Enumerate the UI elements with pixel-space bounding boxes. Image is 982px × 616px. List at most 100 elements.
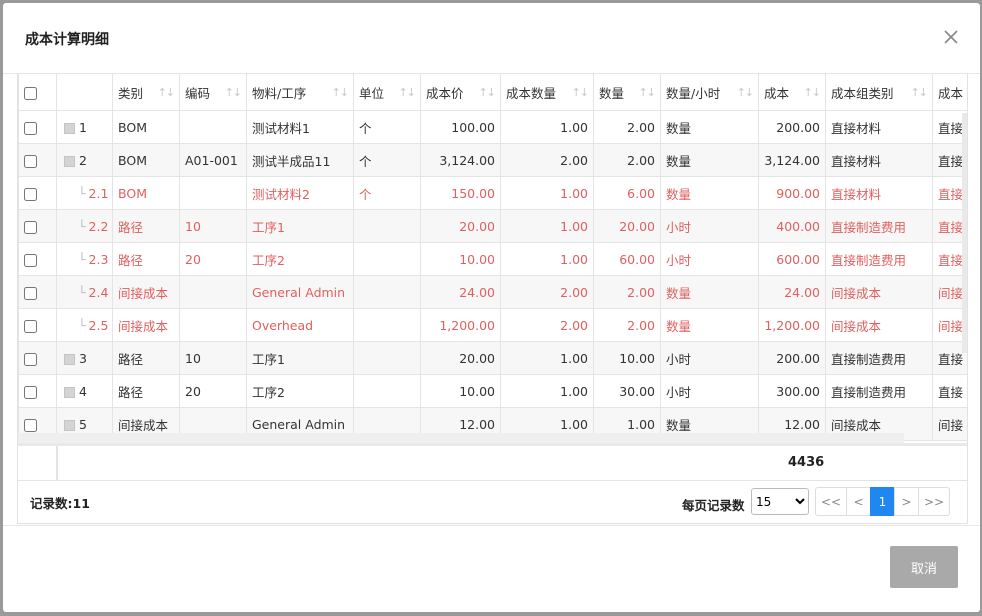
column-header[interactable]: 物料/工序 ↑↓	[246, 73, 354, 111]
page-size-select[interactable]: 15	[751, 488, 809, 515]
prev-page-button[interactable]: <	[846, 487, 871, 516]
cost-detail-table: 类别 ↑↓ 编码 ↑↓ 物料/工序 ↑↓ 单位 ↑↓ 成本价 ↑↓ 成本数量 ↑↓ 数量 ↑↓…	[18, 73, 967, 441]
cell-item: General Admin	[246, 275, 354, 309]
cell-unit: 个	[353, 143, 421, 177]
cell-category: BOM	[112, 110, 180, 144]
row-checkbox[interactable]	[24, 154, 37, 168]
cell-cost-qty: 2.00	[500, 143, 594, 177]
cell-item: 测试材料2	[246, 176, 354, 210]
row-select-cell	[18, 209, 57, 243]
tree-branch-icon: └	[78, 218, 86, 234]
cell-unit-cost: 3,124.00	[420, 143, 501, 177]
cell-cost: 200.00	[758, 110, 826, 144]
tree-cell: 4	[56, 374, 113, 408]
cell-qty: 30.00	[593, 374, 661, 408]
column-header[interactable]: 成本数量 ↑↓	[500, 73, 594, 111]
vertical-scrollbar[interactable]	[962, 113, 967, 353]
cell-cost-group: 间接成本	[825, 308, 933, 342]
tree-cell: └ 2.3	[56, 242, 113, 276]
select-all-checkbox[interactable]	[24, 86, 37, 100]
tree-branch-icon: └	[78, 251, 86, 267]
cell-cost-qty: 1.00	[500, 374, 594, 408]
table-row[interactable]: └ 2.1 BOM 测试材料2 个 150.00 1.00 6.00 数量 900.00 直接材料直…	[18, 176, 967, 210]
row-select-cell	[18, 308, 57, 342]
expand-toggle-icon[interactable]	[64, 419, 75, 431]
cell-cost-group: 直接制造费用	[825, 209, 933, 243]
column-header[interactable]: 编码 ↑↓	[179, 73, 247, 111]
column-header[interactable]: 成本价 ↑↓	[420, 73, 501, 111]
column-header[interactable]: 数量 ↑↓	[593, 73, 661, 111]
row-checkbox[interactable]	[24, 385, 37, 399]
cell-unit-cost: 24.00	[420, 275, 501, 309]
row-checkbox[interactable]	[24, 418, 37, 432]
row-number: 5	[79, 416, 87, 432]
sort-icon: ↑↓	[910, 86, 928, 99]
cell-cost-group: 直接材料	[825, 110, 933, 144]
table-row[interactable]: └ 2.3 路径 20 工序2 10.00 1.00 60.00 小时 600.00 直接制造费用直…	[18, 242, 967, 276]
tree-cell: └ 2.4	[56, 275, 113, 309]
table-row[interactable]: 4 路径 20 工序2 10.00 1.00 30.00 小时 300.00 直接制造费用 直接	[18, 374, 967, 408]
cell-qty-hour: 数量	[660, 143, 759, 177]
cell-item: 工序2	[246, 242, 354, 276]
column-header[interactable]: 类别 ↑↓	[112, 73, 180, 111]
cell-cost: 300.00	[758, 374, 826, 408]
row-checkbox[interactable]	[24, 121, 37, 135]
row-checkbox[interactable]	[24, 253, 37, 267]
column-header[interactable]: 成本组类别 ↑↓	[825, 73, 933, 111]
sort-icon: ↑↓	[803, 86, 821, 99]
cell-category: 路径	[112, 341, 180, 375]
column-header[interactable]: 单位 ↑↓	[353, 73, 421, 111]
cell-cost: 200.00	[758, 341, 826, 375]
table-row[interactable]: └ 2.5 间接成本 Overhead 1,200.00 2.00 2.00 数量 1,200.…	[18, 308, 967, 342]
cell-code: 10	[179, 341, 247, 375]
sort-icon: ↑↓	[157, 86, 175, 99]
expand-toggle-icon[interactable]	[64, 155, 75, 167]
row-checkbox[interactable]	[24, 319, 37, 333]
column-header[interactable]: 成本	[932, 73, 967, 111]
cell-cost-group: 直接制造费用	[825, 374, 933, 408]
sort-icon: ↑↓	[478, 86, 496, 99]
cell-cost: 400.00	[758, 209, 826, 243]
first-page-button[interactable]: <<	[815, 487, 847, 516]
expand-toggle-icon[interactable]	[64, 122, 75, 134]
cell-cost-group: 直接材料	[825, 176, 933, 210]
cell-qty: 2.00	[593, 308, 661, 342]
cell-code	[179, 110, 247, 144]
cell-item: 工序1	[246, 341, 354, 375]
expand-toggle-icon[interactable]	[64, 386, 75, 398]
table-row[interactable]: 3 路径 10 工序1 20.00 1.00 10.00 小时 200.00 直接制造费用 直接	[18, 341, 967, 375]
table-row[interactable]: └ 2.2 路径 10 工序1 20.00 1.00 20.00 小时 400.00 直接制造费用直…	[18, 209, 967, 243]
cell-cost-group: 间接成本	[825, 275, 933, 309]
column-header[interactable]: 成本 ↑↓	[758, 73, 826, 111]
row-checkbox[interactable]	[24, 187, 37, 201]
last-page-button[interactable]: >>	[918, 487, 950, 516]
tree-column-header	[56, 73, 113, 111]
cell-cost-qty: 1.00	[500, 242, 594, 276]
row-select-cell	[18, 374, 57, 408]
page-1-button[interactable]: 1	[870, 487, 895, 516]
cell-item: 测试半成品11	[246, 143, 354, 177]
expand-toggle-icon[interactable]	[64, 353, 75, 365]
horizontal-scrollbar[interactable]	[18, 433, 904, 443]
next-page-button[interactable]: >	[894, 487, 919, 516]
table-row[interactable]: └ 2.4 间接成本 General Admin 24.00 2.00 2.00 数量 24.0…	[18, 275, 967, 309]
close-button[interactable]	[936, 23, 966, 53]
table-row[interactable]: 1 BOM 测试材料1 个 100.00 1.00 2.00 数量 200.00 直接材料 直接	[18, 110, 967, 144]
cell-cost-qty: 2.00	[500, 308, 594, 342]
row-select-cell	[18, 242, 57, 276]
cell-qty: 6.00	[593, 176, 661, 210]
cell-code: 10	[179, 209, 247, 243]
tree-cell: 1	[56, 110, 113, 144]
column-header[interactable]: 数量/小时 ↑↓	[660, 73, 759, 111]
sort-icon: ↑↓	[331, 86, 349, 99]
table-row[interactable]: 2 BOM A01-001 测试半成品11 个 3,124.00 2.00 2.00 数量 3,1…	[18, 143, 967, 177]
cell-unit-cost: 150.00	[420, 176, 501, 210]
cell-unit	[353, 209, 421, 243]
row-number: 2.3	[88, 251, 109, 267]
row-checkbox[interactable]	[24, 286, 37, 300]
row-checkbox[interactable]	[24, 352, 37, 366]
row-checkbox[interactable]	[24, 220, 37, 234]
per-page-label: 每页记录数	[682, 498, 745, 513]
cancel-button[interactable]: 取消	[890, 546, 958, 588]
cell-item: Overhead	[246, 308, 354, 342]
